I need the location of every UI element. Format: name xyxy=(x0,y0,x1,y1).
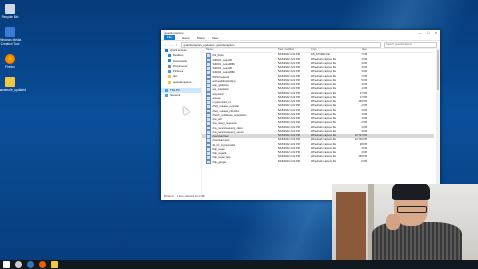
nav-item-guacdecapture[interactable]: guacdecapture xyxy=(161,80,201,85)
tab-view[interactable]: View xyxy=(212,36,218,40)
column-header-type[interactable]: Type xyxy=(311,48,345,52)
file-icon xyxy=(206,159,211,164)
webcam-person-glasses xyxy=(397,206,427,213)
tab-home[interactable]: Home xyxy=(182,36,190,40)
start-button[interactable] xyxy=(3,261,10,268)
back-button[interactable]: ← xyxy=(164,43,167,47)
close-button[interactable]: ✕ xyxy=(434,31,437,35)
webcam-person-body xyxy=(372,222,462,260)
column-header-date[interactable]: Date modified xyxy=(278,48,311,52)
minimize-button[interactable]: — xyxy=(419,31,422,35)
firefox-icon xyxy=(5,54,15,64)
picture-icon xyxy=(168,69,171,73)
file-row[interactable]: ftdp_google 5/18/2022 4:22 PM Wireshark ca… xyxy=(202,159,434,164)
network-icon xyxy=(165,94,168,98)
desktop-icon xyxy=(168,54,171,58)
window-title: guacdecapture xyxy=(164,30,184,35)
document-icon xyxy=(168,64,171,68)
item-count: 86 items xyxy=(164,195,174,198)
vertical-scrollbar[interactable] xyxy=(436,48,440,194)
column-header-size[interactable]: Size xyxy=(345,48,367,52)
presenter-webcam xyxy=(332,184,478,260)
search-input[interactable]: Search guacdecapture xyxy=(384,41,437,48)
column-header-name[interactable]: Name xyxy=(202,48,278,52)
computer-icon xyxy=(165,88,168,92)
download-icon xyxy=(168,59,171,63)
taskbar xyxy=(0,260,478,269)
nav-item-network[interactable]: Network xyxy=(161,93,201,98)
desktop-icon-recycle-bin[interactable]: Recycle Bin xyxy=(0,4,23,19)
taskbar-file-explorer-icon[interactable] xyxy=(51,261,58,268)
webcam-person-hand xyxy=(386,214,400,230)
media-creation-tool-icon xyxy=(5,27,15,37)
file-list: Name Date modified Type Size DS_Store 5/1… xyxy=(202,48,434,194)
scrollbar-thumb[interactable] xyxy=(437,50,439,90)
tab-share[interactable]: Share xyxy=(197,36,205,40)
webcam-door xyxy=(336,192,366,260)
up-button[interactable]: ↑ xyxy=(176,43,178,47)
desktop-icon-guacamole-updated[interactable]: guacamole_updated xyxy=(0,77,26,92)
tab-file[interactable]: File xyxy=(164,35,175,40)
folder-icon xyxy=(5,77,15,87)
search-button[interactable] xyxy=(15,261,22,268)
selection-info: 1 item selected 10.4 MB xyxy=(176,195,205,198)
navigation-pane: Quick access Desktop Downloads Documents… xyxy=(161,48,202,194)
taskbar-edge-icon[interactable] xyxy=(27,261,34,268)
star-icon xyxy=(165,48,168,52)
file-explorer-window: guacdecapture — ☐ ✕ File Home Share View… xyxy=(161,30,440,200)
folder-icon xyxy=(168,80,171,84)
folder-icon xyxy=(168,75,171,79)
forward-button[interactable]: → xyxy=(170,43,173,47)
desktop-icon-media-creation-tool[interactable]: Windows Media Creation Tool xyxy=(0,27,23,46)
webcam-person-cap xyxy=(392,184,430,200)
address-input[interactable]: guacdecapture_updated › guacdecapture xyxy=(180,41,381,48)
taskbar-firefox-icon[interactable] xyxy=(39,261,46,268)
recycle-bin-icon xyxy=(5,4,15,14)
desktop-icon-firefox[interactable]: Firefox xyxy=(0,54,23,69)
maximize-button[interactable]: ☐ xyxy=(427,31,430,35)
